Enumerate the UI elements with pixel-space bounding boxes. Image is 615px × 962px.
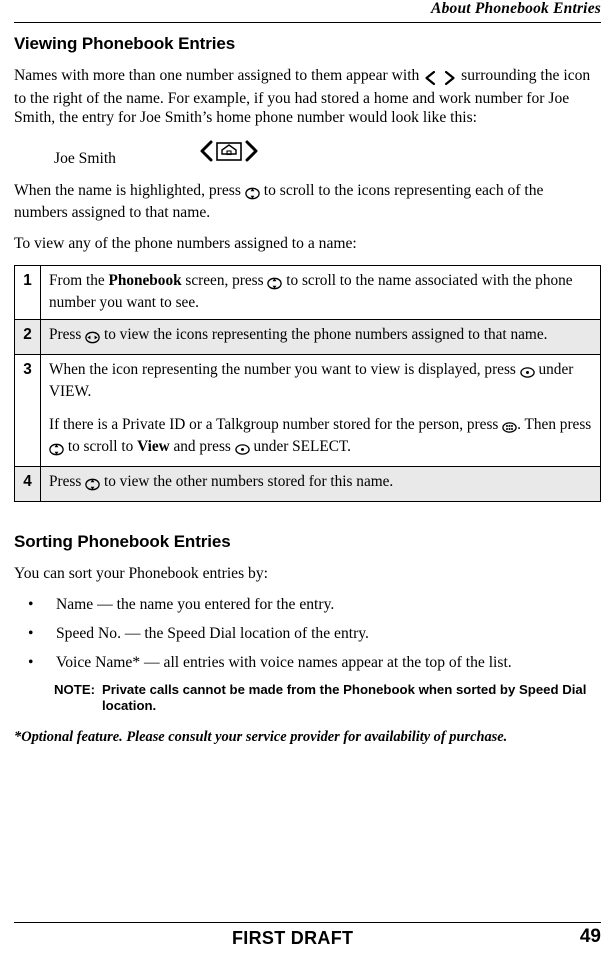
bullet-text: Name — the name you entered for the entr… — [56, 595, 335, 613]
bullet-icon: • — [28, 624, 34, 642]
nav-up-down-key-icon — [49, 440, 64, 459]
list-item: • Speed No. — the Speed Dial location of … — [14, 624, 601, 643]
step4-text-a: Press — [49, 473, 86, 490]
note-label: NOTE: — [54, 681, 96, 697]
footnote-text: *Optional feature. Please consult your s… — [14, 728, 508, 745]
table-row: 2 Press to view the icons representing t… — [14, 319, 601, 355]
viewing-intro-text-1: Names with more than one number assigned… — [14, 67, 420, 84]
step-text-4: Press to view the other numbers stored f… — [40, 466, 601, 502]
step4-text-b: to view the other numbers stored for thi… — [100, 473, 394, 490]
nav-up-down-key-icon — [85, 475, 100, 494]
viewing-after-text-1: When the name is highlighted, press — [14, 181, 241, 199]
select-key-icon — [519, 363, 535, 382]
footer-draft-label: FIRST DRAFT — [232, 928, 354, 948]
section-heading-viewing: Viewing Phonebook Entries — [14, 34, 236, 53]
step2-text-b: to view the icons representing the phone… — [100, 326, 548, 343]
header-divider — [14, 22, 601, 23]
step-text-1: From the Phonebook screen, press to scro… — [40, 265, 601, 320]
nav-up-down-key-icon — [245, 184, 260, 204]
step3-text-c: If there is a Private ID or a Talkgroup … — [49, 416, 503, 433]
page: About Phonebook Entries Viewing Phoneboo… — [0, 0, 615, 962]
step3-bold-view: View — [137, 438, 170, 455]
page-content: Viewing Phonebook Entries Names with mor… — [14, 34, 601, 746]
footer-divider — [14, 922, 601, 923]
step-number-1: 1 — [14, 265, 41, 320]
nav-left-right-key-icon — [423, 69, 457, 89]
viewing-after-paragraph: When the name is highlighted, press to s… — [14, 181, 601, 223]
bullet-text: Voice Name* — all entries with voice nam… — [56, 653, 512, 671]
example-entry-name: Joe Smith — [54, 149, 116, 167]
step3-text-e: to scroll to — [64, 438, 138, 455]
bullet-text: Speed No. — the Speed Dial location of t… — [56, 624, 369, 642]
header-title: About Phonebook Entries — [431, 0, 601, 17]
list-item: • Name — the name you entered for the ent… — [14, 595, 601, 614]
select-key-icon — [234, 440, 250, 459]
step1-text-b: screen, press — [181, 272, 268, 289]
steps-table: 1 From the Phonebook screen, press to sc… — [14, 265, 601, 502]
sorting-intro-paragraph: You can sort your Phonebook entries by: — [14, 565, 268, 582]
menu-key-icon — [502, 418, 517, 437]
step3-text-g: under SELECT. — [249, 438, 351, 455]
step-number-2: 2 — [14, 319, 41, 355]
step3-text-d: . Then press — [517, 416, 592, 433]
viewing-intro-paragraph: Names with more than one number assigned… — [14, 66, 601, 128]
step3-text-f: and press — [169, 438, 235, 455]
step2-text-a: Press — [49, 326, 86, 343]
page-footer: FIRST DRAFT 49 — [0, 916, 615, 962]
step-text-3: When the icon representing the number yo… — [40, 354, 601, 467]
viewing-leadin-paragraph: To view any of the phone numbers assigne… — [14, 234, 357, 252]
step1-bold-phonebook: Phonebook — [108, 272, 182, 289]
example-entry-row: Joe Smith — [14, 139, 601, 169]
sorting-bullet-list: • Name — the name you entered for the ent… — [14, 595, 601, 672]
bullet-icon: • — [28, 595, 34, 613]
example-entry-icon-group — [198, 139, 260, 168]
nav-left-right-key-icon — [85, 328, 100, 347]
bullet-icon: • — [28, 653, 34, 671]
step-number-4: 4 — [14, 466, 41, 502]
list-item: • Voice Name* — all entries with voice na… — [14, 653, 601, 672]
step3-text-a: When the icon representing the number yo… — [49, 361, 520, 378]
table-row: 3 When the icon representing the number … — [14, 354, 601, 467]
table-row: 4 Press to view the other numbers stored… — [14, 466, 601, 502]
step-text-2: Press to view the icons representing the… — [40, 319, 601, 355]
table-row: 1 From the Phonebook screen, press to sc… — [14, 265, 601, 320]
page-header: About Phonebook Entries — [0, 0, 615, 24]
note-text: Private calls cannot be made from the Ph… — [102, 681, 587, 714]
section-heading-sorting: Sorting Phonebook Entries — [14, 532, 231, 551]
footer-page-number: 49 — [579, 926, 601, 947]
step-number-3: 3 — [14, 354, 41, 467]
step1-text-a: From the — [49, 272, 109, 289]
nav-up-down-key-icon — [267, 274, 283, 293]
note-block: NOTE: Private calls cannot be made from … — [54, 682, 601, 715]
step3-secondary-paragraph: If there is a Private ID or a Talkgroup … — [49, 415, 592, 459]
